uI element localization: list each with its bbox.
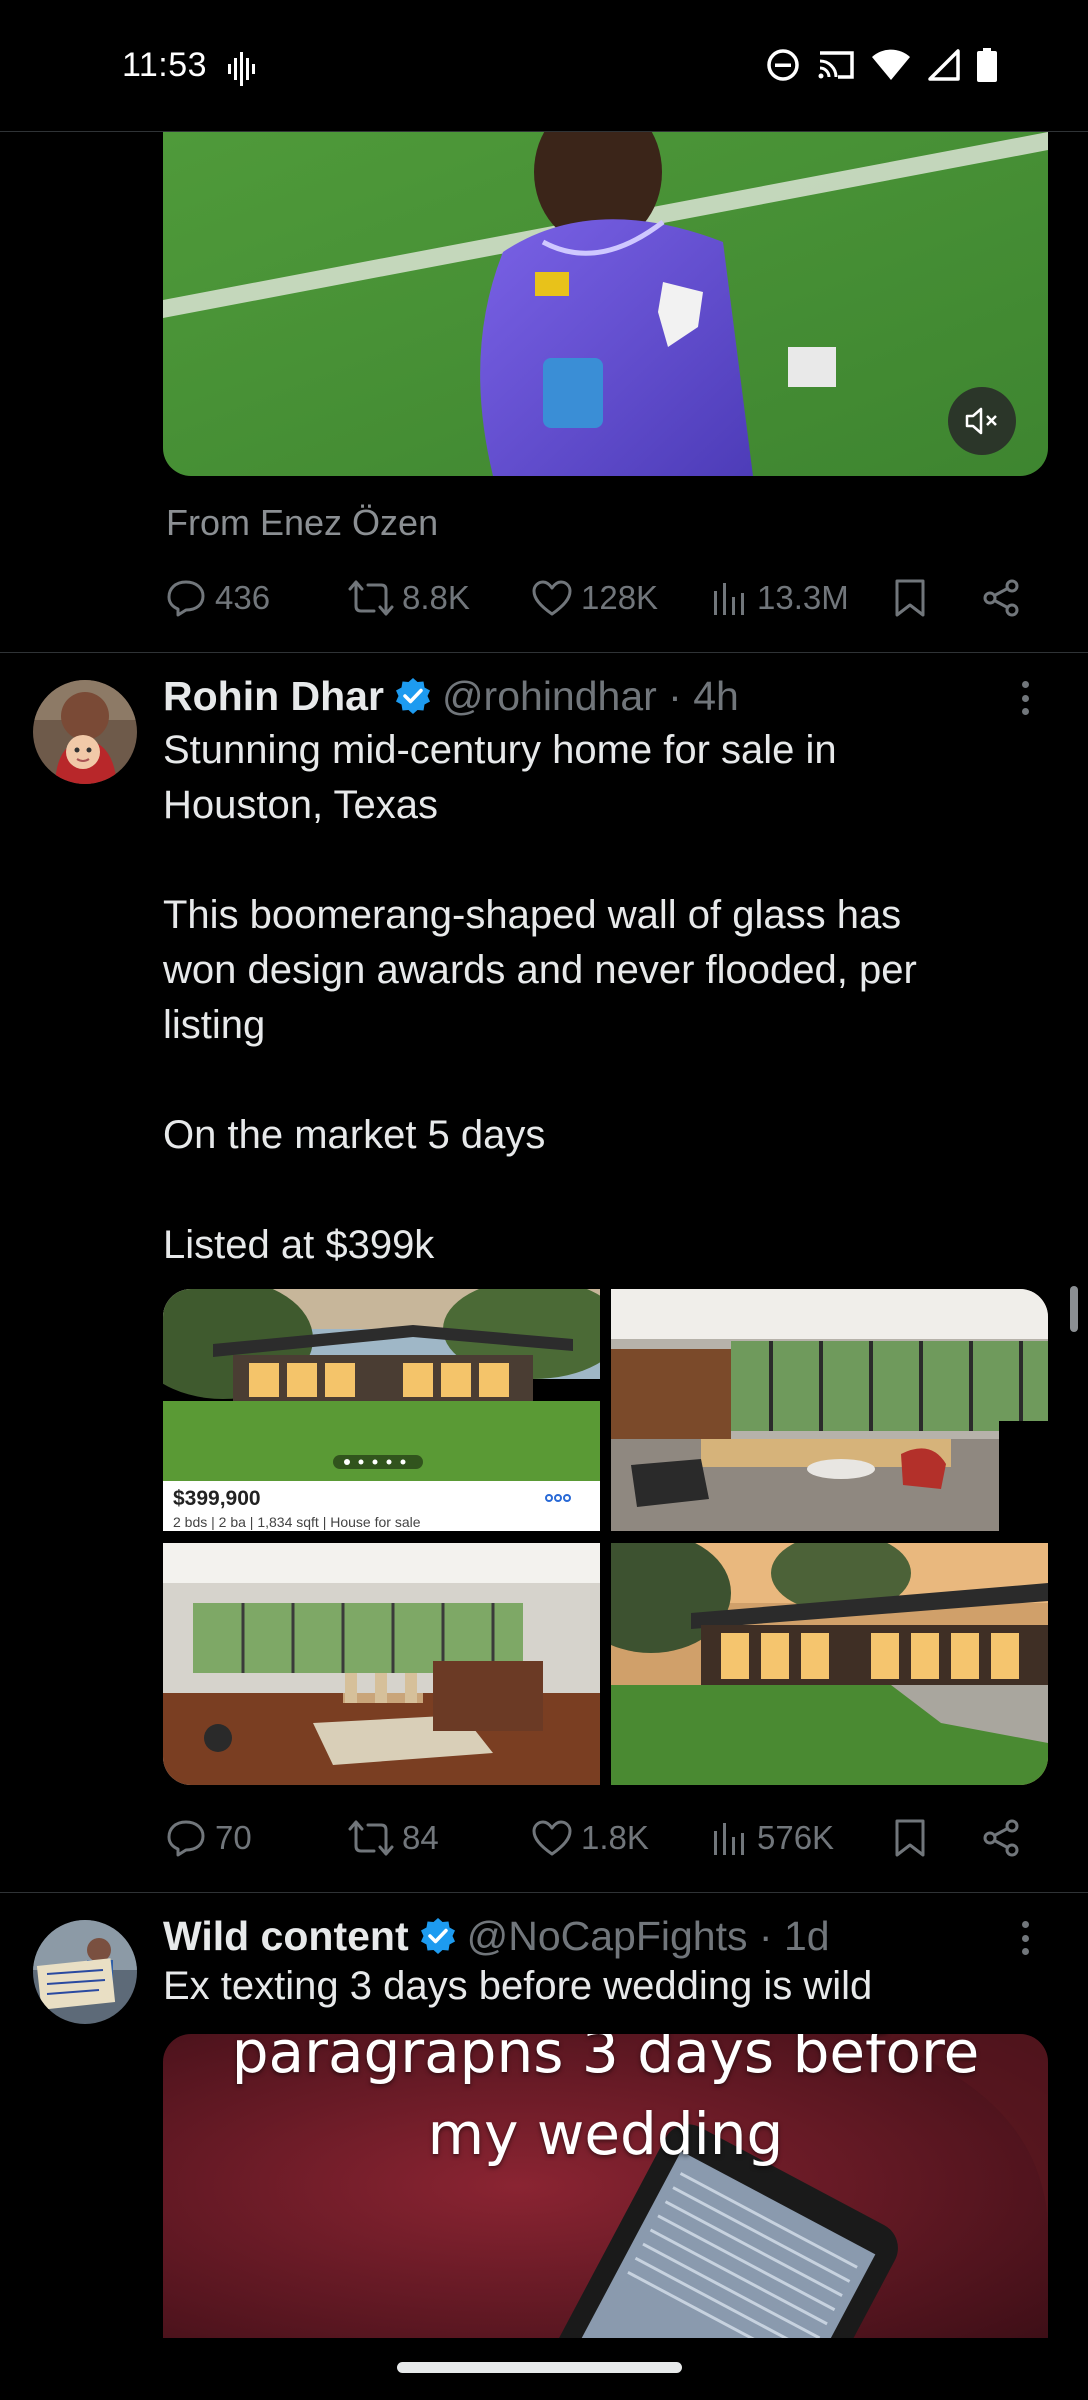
repost-count: 8.8K [402, 579, 470, 616]
status-bar: 11:53 [0, 0, 1088, 132]
share-icon [983, 1819, 1019, 1857]
photo-living-room[interactable] [611, 1289, 1048, 1531]
reply-button[interactable]: 436 [165, 568, 270, 628]
views-count: 576K [757, 1819, 835, 1856]
tweet3-header: Wild content @NoCapFights · 1d [163, 1908, 830, 1964]
bookmark-icon [895, 579, 925, 617]
share-icon [983, 579, 1019, 617]
views-button[interactable]: 576K [711, 1808, 834, 1868]
author-name[interactable]: Rohin Dhar [163, 673, 384, 720]
author-name[interactable]: Wild content [163, 1913, 409, 1960]
texting-video[interactable]: paragrapns 3 days before my wedding [163, 2034, 1048, 2338]
like-count: 1.8K [581, 1819, 649, 1856]
tweet-text-line: Stunning mid-century home for sale in [163, 728, 837, 772]
more-options-button[interactable] [1010, 1913, 1040, 1963]
mute-button[interactable] [948, 387, 1016, 455]
status-icons [766, 48, 998, 82]
reply-icon [167, 580, 205, 617]
photo-house-exterior[interactable]: $399,900 2 bds | 2 ba | 1,834 sqft | Hou… [163, 1289, 600, 1531]
bookmark-button[interactable] [893, 568, 927, 628]
repost-count: 84 [402, 1819, 439, 1856]
repost-button[interactable]: 84 [348, 1808, 439, 1868]
like-button[interactable]: 1.8K [531, 1808, 649, 1868]
soccer-video[interactable] [163, 132, 1048, 476]
signal-icon [928, 49, 960, 81]
photo-house-dusk[interactable] [611, 1543, 1048, 1785]
do-not-disturb-icon [767, 49, 799, 81]
tweet-divider [0, 652, 1088, 653]
reply-button[interactable]: 70 [165, 1808, 252, 1868]
repost-button[interactable]: 8.8K [348, 568, 470, 628]
soccer-video-frame [163, 132, 1048, 476]
author-handle-time[interactable]: @rohindhar · 4h [442, 673, 739, 720]
reply-count: 436 [215, 579, 271, 616]
video-caption-line: my wedding [427, 2100, 784, 2168]
status-time: 11:53 [122, 46, 208, 84]
video-source-text[interactable]: From Enez Özen [166, 502, 438, 544]
tweet3-text: Ex texting 3 days before wedding is wild [163, 1964, 873, 2008]
tweet2-action-bar: 70 84 1.8K 576K [163, 1808, 1048, 1868]
views-count: 13.3M [757, 579, 849, 616]
tweet-text-line: won design awards and never flooded, per [163, 948, 917, 992]
listing-details: 2 bds | 2 ba | 1,834 sqft | House for sa… [173, 1514, 421, 1530]
wifi-icon [872, 49, 910, 80]
tweet1-action-bar: 436 8.8K 128K 13.3M [163, 568, 1048, 628]
photo-grid: $399,900 2 bds | 2 ba | 1,834 sqft | Hou… [163, 1289, 1048, 1785]
mute-icon [965, 407, 997, 435]
repost-icon [348, 580, 394, 616]
share-button[interactable] [981, 568, 1021, 628]
like-icon [532, 1820, 572, 1856]
like-icon [532, 580, 572, 616]
reply-count: 70 [215, 1819, 252, 1856]
bookmark-icon [895, 1819, 925, 1857]
like-button[interactable]: 128K [531, 568, 658, 628]
tweet-text-line: On the market 5 days [163, 1113, 546, 1157]
listing-price: $399,900 [173, 1487, 261, 1510]
author-handle-time[interactable]: @NoCapFights · 1d [467, 1913, 830, 1960]
reply-icon [167, 1820, 205, 1857]
more-options-button[interactable] [1010, 673, 1040, 723]
share-button[interactable] [981, 1808, 1021, 1868]
verified-badge-icon [420, 1918, 455, 1954]
sound-wave-icon [228, 52, 255, 86]
battery-icon [977, 48, 997, 82]
cast-icon [818, 51, 854, 79]
tweet2-text: Stunning mid-century home for sale in Ho… [163, 723, 1043, 1273]
tweet-text-line: listing [163, 1003, 266, 1047]
views-button[interactable]: 13.3M [711, 568, 849, 628]
tweet-text-line: Houston, Texas [163, 783, 438, 827]
tweet-divider [0, 1892, 1088, 1893]
avatar-wild-content[interactable] [33, 1920, 137, 2024]
tweet-text-line: Listed at $399k [163, 1223, 435, 1267]
video-caption-line: paragrapns 3 days before [231, 2034, 980, 2086]
scrollbar-thumb[interactable] [1070, 1286, 1078, 1332]
bookmark-button[interactable] [893, 1808, 927, 1868]
repost-icon [348, 1820, 394, 1856]
views-icon [714, 583, 744, 615]
avatar-rohin-dhar[interactable] [33, 680, 137, 784]
verified-badge-icon [395, 678, 430, 714]
tweet2-header: Rohin Dhar @rohindhar · 4h [163, 668, 739, 724]
gesture-navigation-bar[interactable] [397, 2362, 682, 2373]
views-icon [714, 1823, 744, 1855]
photo-dining-room[interactable] [163, 1543, 600, 1785]
like-count: 128K [581, 579, 659, 616]
tweet-text-line: This boomerang-shaped wall of glass has [163, 893, 902, 937]
